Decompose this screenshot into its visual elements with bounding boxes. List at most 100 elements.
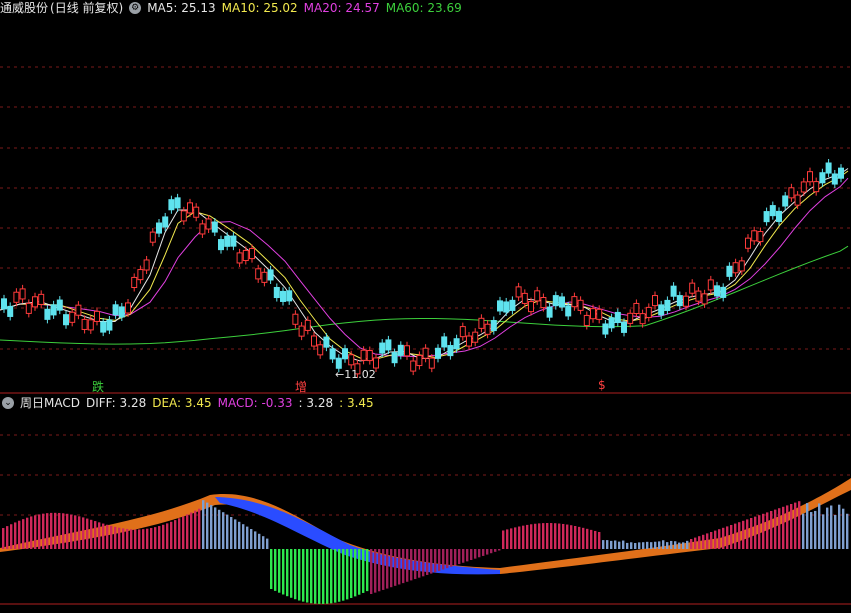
candle-body xyxy=(76,305,81,315)
candle-body xyxy=(237,253,242,263)
macd-histogram-bar xyxy=(474,549,476,559)
macd-histogram-bar xyxy=(478,549,480,557)
macd-histogram-bar xyxy=(802,514,804,549)
macd-histogram-bar xyxy=(678,543,680,549)
macd-histogram-bar xyxy=(146,529,148,549)
macd-histogram-bar xyxy=(430,549,432,574)
macd-histogram-bar xyxy=(258,534,260,549)
macd-histogram-bar xyxy=(790,504,792,549)
macd-histogram-bar xyxy=(746,519,748,549)
candle-body xyxy=(299,326,304,336)
ma60-legend: MA60: 23.69 xyxy=(386,0,462,16)
macd-histogram-bar xyxy=(482,549,484,556)
candle-body xyxy=(739,261,744,271)
candle-body xyxy=(522,293,527,303)
macd-histogram-bar xyxy=(566,525,568,549)
candle-body xyxy=(126,303,131,313)
macd-histogram-bar xyxy=(266,539,268,549)
chart-area[interactable]: 通威股份 (日线 前复权) ⚙ MA5: 25.13 MA10: 25.02 M… xyxy=(0,0,851,609)
chart-canvas[interactable] xyxy=(0,0,851,609)
candle-body xyxy=(119,307,124,317)
candle-body xyxy=(324,337,329,347)
candle-body xyxy=(268,270,273,280)
macd-histogram-bar xyxy=(30,516,32,549)
candle-body xyxy=(95,311,100,321)
macd-histogram-bar xyxy=(250,529,252,549)
macd-histogram-bar xyxy=(698,536,700,549)
macd-histogram-bar xyxy=(54,513,56,549)
ma20-legend: MA20: 24.57 xyxy=(304,0,380,16)
candle-body xyxy=(219,240,224,250)
macd-histogram-bar xyxy=(662,540,664,549)
macd-histogram-bar xyxy=(166,523,168,549)
macd-histogram-bar xyxy=(558,524,560,549)
macd-histogram-bar xyxy=(374,549,376,593)
macd-histogram-bar xyxy=(786,505,788,549)
macd-histogram-bar xyxy=(294,549,296,599)
macd-histogram-bar xyxy=(142,529,144,549)
macd-histogram-bar xyxy=(534,524,536,549)
candle-body xyxy=(721,287,726,297)
candle-body xyxy=(188,203,193,213)
candle-body xyxy=(535,291,540,301)
macd-histogram-bar xyxy=(630,542,632,549)
candle-body xyxy=(746,238,751,248)
candle-body xyxy=(361,350,366,360)
candle-body xyxy=(20,289,25,299)
candle-body xyxy=(808,172,813,182)
candle-body xyxy=(665,300,670,310)
macd-histogram-bar xyxy=(590,530,592,549)
macd-histogram-bar xyxy=(778,508,780,549)
candle-body xyxy=(175,198,180,208)
macd-histogram-bar xyxy=(162,525,164,549)
macd-histogram-bar xyxy=(214,507,216,549)
candle-body xyxy=(14,292,19,302)
macd-histogram-bar xyxy=(754,517,756,549)
macd-histogram-bar xyxy=(50,513,52,549)
macd-histogram-bar xyxy=(150,528,152,549)
settings-icon[interactable]: ⚙ xyxy=(129,2,141,14)
macd-histogram-bar xyxy=(2,528,4,549)
indicator-name: 周日MACD xyxy=(20,395,80,411)
macd-histogram-bar xyxy=(62,513,64,549)
candle-body xyxy=(157,223,162,233)
top-panel-header: 通威股份 (日线 前复权) ⚙ MA5: 25.13 MA10: 25.02 M… xyxy=(0,0,468,16)
macd-histogram-bar xyxy=(750,518,752,549)
macd-histogram-bar xyxy=(846,514,848,549)
candle-body xyxy=(318,345,323,355)
macd-histogram-bar xyxy=(366,549,368,591)
candle-body xyxy=(392,353,397,363)
macd-histogram-bar xyxy=(126,529,128,549)
candle-body xyxy=(144,260,149,270)
candle-body xyxy=(708,280,713,290)
candle-body xyxy=(467,336,472,346)
macd-histogram-bar xyxy=(306,549,308,603)
candle-body xyxy=(417,355,422,365)
macd-histogram-bar xyxy=(402,549,404,583)
macd-histogram-bar xyxy=(286,549,288,596)
macd-histogram-bar xyxy=(502,530,504,549)
candle-body xyxy=(460,327,465,337)
candle-body xyxy=(169,200,174,210)
macd-histogram-bar xyxy=(238,522,240,549)
macd-histogram-bar xyxy=(718,529,720,549)
macd-histogram-bar xyxy=(82,517,84,549)
candle-body xyxy=(529,302,534,312)
indicator-settings-icon[interactable]: ⌄ xyxy=(2,397,14,409)
macd-histogram-bar xyxy=(438,549,440,571)
candle-body xyxy=(758,232,763,242)
candle-body xyxy=(566,306,571,316)
macd-histogram-bar xyxy=(190,513,192,549)
candle-body xyxy=(436,348,441,358)
macd-histogram-bar xyxy=(426,549,428,575)
macd-histogram-bar xyxy=(302,549,304,602)
candle-body xyxy=(752,231,757,241)
candle-body xyxy=(789,188,794,198)
macd-histogram-bar xyxy=(526,525,528,549)
macd-histogram-bar xyxy=(726,526,728,549)
period-label: (日线 前复权) xyxy=(50,0,123,16)
macd-histogram-bar xyxy=(706,533,708,549)
candle-body xyxy=(336,358,341,368)
candle-body xyxy=(138,270,143,280)
candle-body xyxy=(287,291,292,301)
